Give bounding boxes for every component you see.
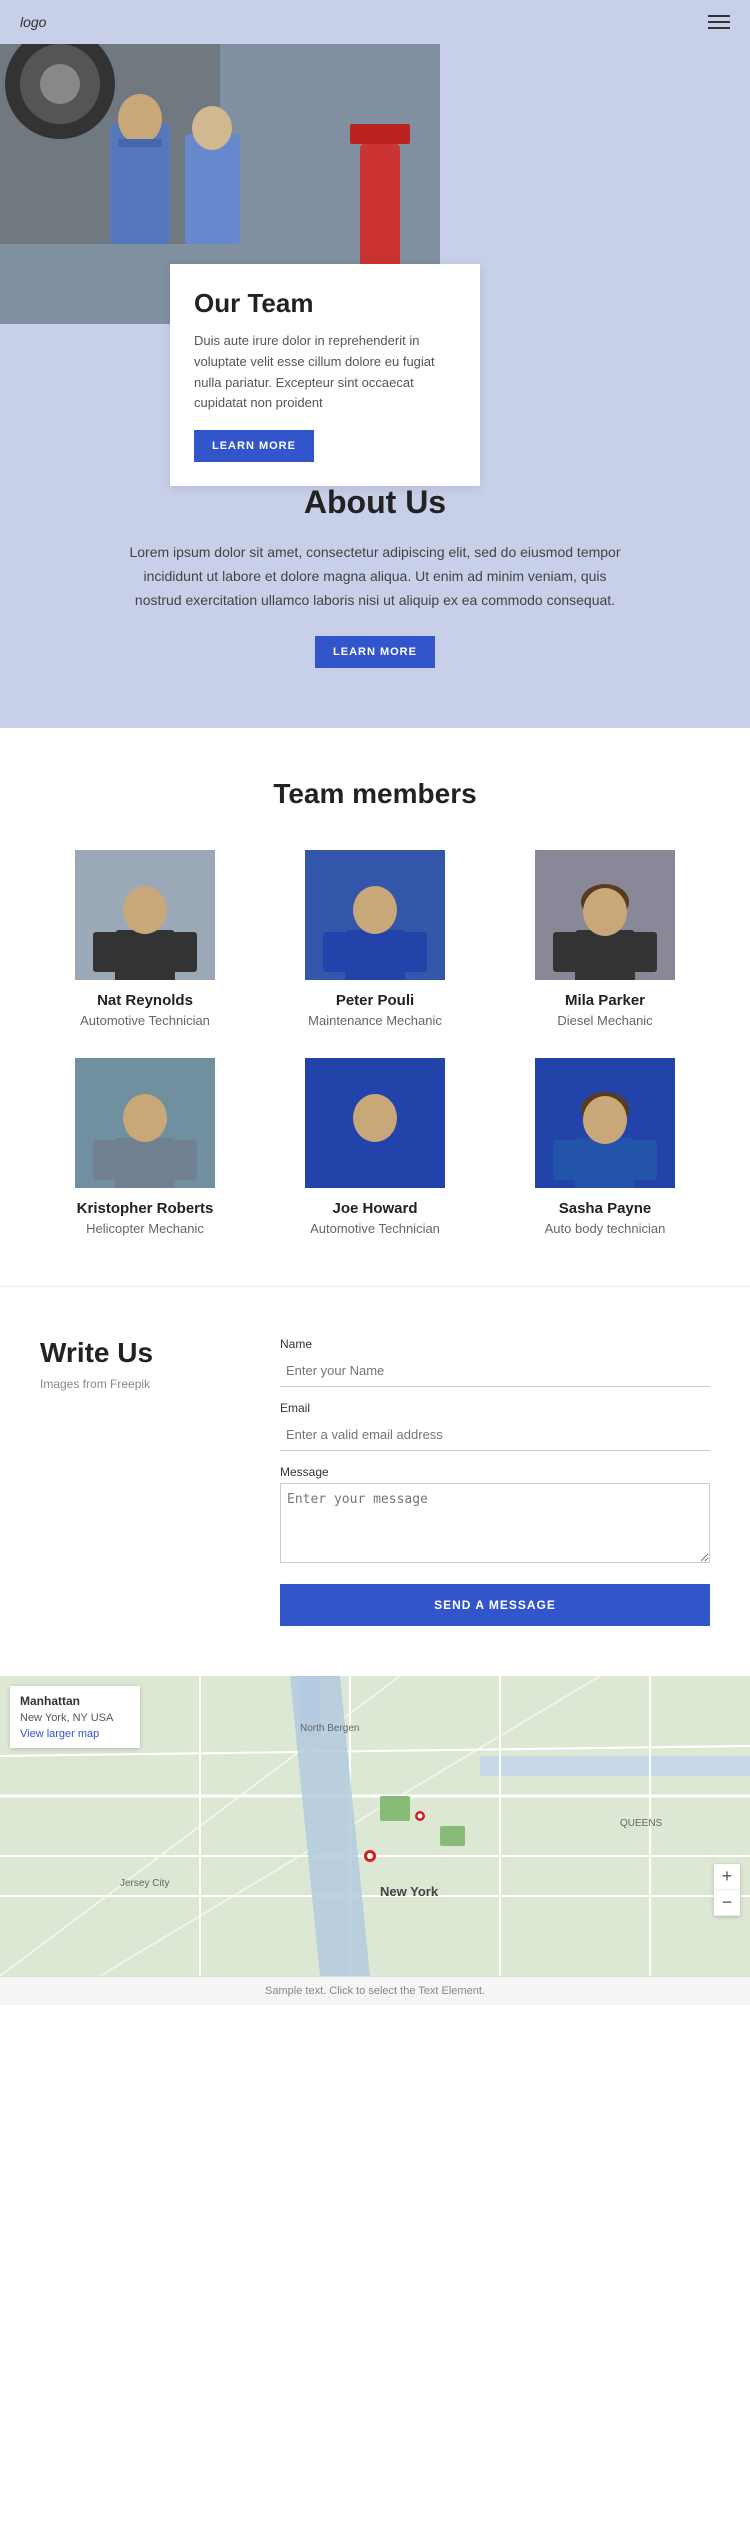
contact-subtitle: Images from Freepik [40, 1377, 240, 1391]
member-role: Helicopter Mechanic [40, 1221, 250, 1236]
team-member: Kristopher Roberts Helicopter Mechanic [40, 1058, 250, 1236]
member-photo [75, 850, 215, 980]
message-label: Message [280, 1465, 710, 1479]
email-label: Email [280, 1401, 710, 1415]
member-name: Sasha Payne [500, 1200, 710, 1217]
about-title: About Us [40, 484, 710, 521]
member-name: Peter Pouli [270, 992, 480, 1009]
contact-section: Write Us Images from Freepik Name Email … [0, 1286, 750, 1676]
member-name: Joe Howard [270, 1200, 480, 1217]
member-name: Nat Reynolds [40, 992, 250, 1009]
hamburger-line-1 [708, 15, 730, 17]
contact-left: Write Us Images from Freepik [40, 1337, 240, 1626]
member-photo [535, 1058, 675, 1188]
header: logo [0, 0, 750, 44]
contact-title: Write Us [40, 1337, 240, 1369]
member-role: Auto body technician [500, 1221, 710, 1236]
hero-title: Our Team [194, 288, 456, 319]
member-role: Automotive Technician [40, 1013, 250, 1028]
svg-text:North Bergen: North Bergen [300, 1723, 359, 1734]
map-panel: Manhattan New York, NY USA View larger m… [10, 1686, 140, 1748]
member-role: Maintenance Mechanic [270, 1013, 480, 1028]
map-zoom-controls: + − [714, 1864, 740, 1916]
email-group: Email [280, 1401, 710, 1451]
hero-card: Our Team Duis aute irure dolor in repreh… [170, 264, 480, 486]
name-group: Name [280, 1337, 710, 1387]
team-grid: Nat Reynolds Automotive Technician Peter P… [40, 850, 710, 1236]
member-name: Kristopher Roberts [40, 1200, 250, 1217]
logo: logo [20, 14, 46, 30]
map-zoom-in-button[interactable]: + [714, 1864, 740, 1890]
team-member: Joe Howard Automotive Technician [270, 1058, 480, 1236]
member-photo [75, 1058, 215, 1188]
svg-text:QUEENS: QUEENS [620, 1818, 663, 1829]
team-member: Sasha Payne Auto body technician [500, 1058, 710, 1236]
about-description: Lorem ipsum dolor sit amet, consectetur … [125, 541, 625, 612]
map-zoom-out-button[interactable]: − [714, 1890, 740, 1916]
name-input[interactable] [280, 1355, 710, 1387]
map-background: New York North Bergen Jersey City QUEENS… [0, 1676, 750, 1976]
team-member: Mila Parker Diesel Mechanic [500, 850, 710, 1028]
team-title: Team members [40, 778, 710, 810]
map-view-larger-link[interactable]: View larger map [20, 1728, 99, 1740]
map-panel-title: Manhattan [20, 1694, 130, 1708]
member-photo [305, 850, 445, 980]
member-role: Automotive Technician [270, 1221, 480, 1236]
email-input[interactable] [280, 1419, 710, 1451]
name-label: Name [280, 1337, 710, 1351]
hero-section: Our Team Duis aute irure dolor in repreh… [0, 44, 750, 364]
contact-form: Name Email Message SEND A MESSAGE [280, 1337, 710, 1626]
map-section: New York North Bergen Jersey City QUEENS… [0, 1676, 750, 1976]
message-input[interactable] [280, 1483, 710, 1563]
member-photo [535, 850, 675, 980]
hamburger-line-2 [708, 21, 730, 23]
send-message-button[interactable]: SEND A MESSAGE [280, 1584, 710, 1626]
hero-learn-more-button[interactable]: LEARN MORE [194, 430, 314, 462]
bottom-bar: Sample text. Click to select the Text El… [0, 1976, 750, 2005]
member-photo [305, 1058, 445, 1188]
map-panel-address: New York, NY USA [20, 1712, 130, 1724]
member-name: Mila Parker [500, 992, 710, 1009]
team-member: Peter Pouli Maintenance Mechanic [270, 850, 480, 1028]
svg-text:New York: New York [380, 1884, 439, 1899]
team-section: Team members Nat Reynolds Automotive Tech… [0, 728, 750, 1286]
svg-text:Jersey City: Jersey City [120, 1878, 169, 1889]
member-role: Diesel Mechanic [500, 1013, 710, 1028]
hero-description: Duis aute irure dolor in reprehenderit i… [194, 331, 456, 414]
bottom-bar-text: Sample text. Click to select the Text El… [265, 1985, 485, 1997]
hamburger-menu[interactable] [708, 15, 730, 29]
hamburger-line-3 [708, 27, 730, 29]
about-learn-more-button[interactable]: LEARN MORE [315, 636, 435, 668]
team-member: Nat Reynolds Automotive Technician [40, 850, 250, 1028]
message-group: Message [280, 1465, 710, 1568]
